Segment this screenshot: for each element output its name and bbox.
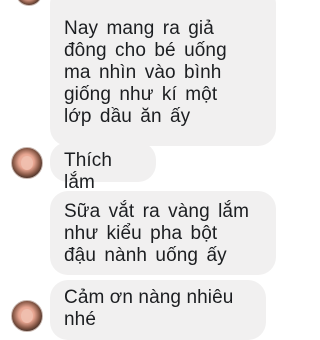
message-bubble[interactable]: Nay mang ra giả đông cho bé uống ma nhìn… (50, 0, 276, 146)
avatar-face (21, 309, 33, 324)
sender-avatar[interactable] (11, 300, 43, 332)
sender-avatar[interactable] (11, 147, 43, 179)
avatar-face (21, 156, 33, 171)
sender-avatar[interactable] (16, 0, 42, 6)
message-bubble[interactable]: Cảm ơn nàng nhiêu nhé (50, 280, 266, 340)
message-bubble[interactable]: Thích lắm (50, 142, 156, 193)
message-bubble[interactable]: Sữa vắt ra vàng lắm như kiểu pha bột đậu… (50, 191, 276, 275)
